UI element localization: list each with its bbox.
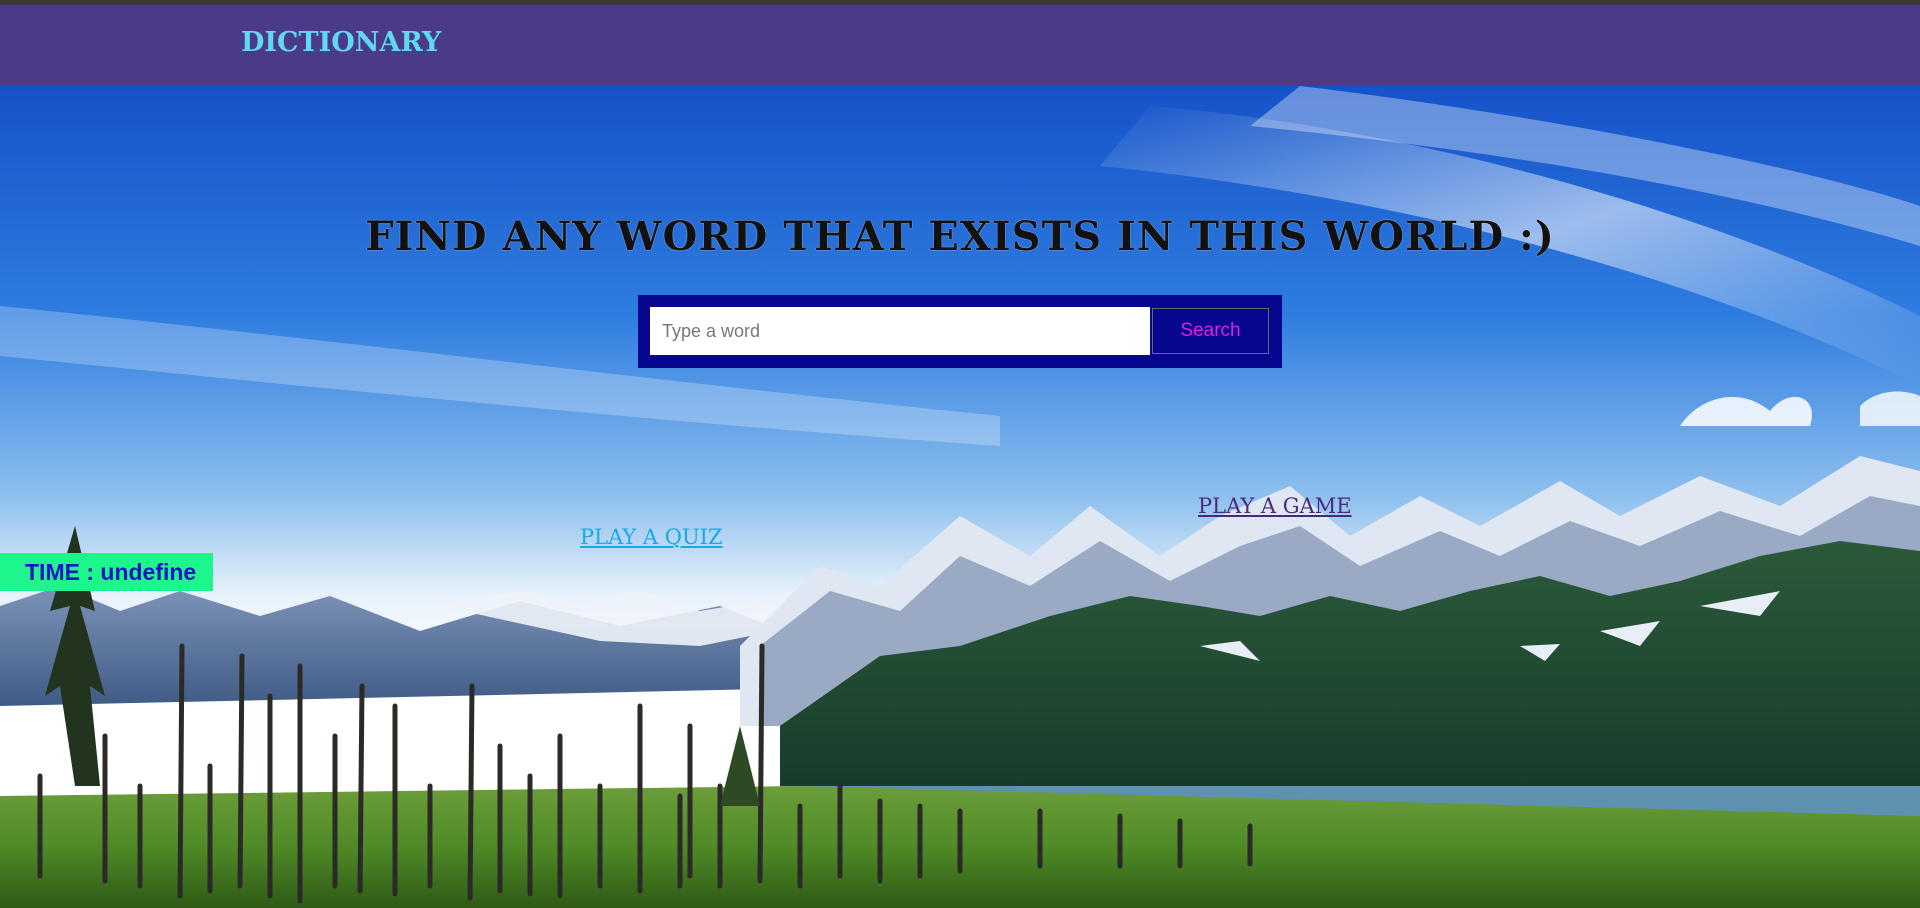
play-game-link[interactable]: PLAY A GAME — [1198, 494, 1352, 518]
search-button[interactable]: Search — [1152, 308, 1269, 354]
search-panel: Search — [638, 295, 1282, 368]
navbar: DICTIONARY — [0, 5, 1920, 86]
play-quiz-link[interactable]: PLAY A QUIZ — [580, 525, 723, 549]
brand-logo[interactable]: DICTIONARY — [241, 27, 441, 58]
timer-badge: TIME : undefine — [0, 553, 213, 591]
timer-value: undefine — [100, 559, 197, 585]
timer-label: TIME : — [25, 559, 101, 585]
page-headline: FIND ANY WORD THAT EXISTS IN THIS WORLD … — [365, 213, 1555, 260]
background-landscape — [0, 86, 1920, 908]
search-input[interactable] — [650, 307, 1150, 355]
